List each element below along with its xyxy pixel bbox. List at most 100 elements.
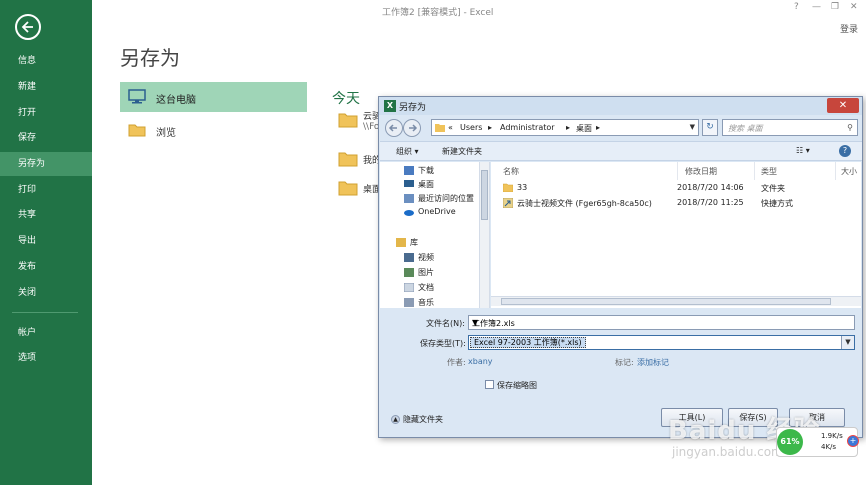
tags-field[interactable]: 添加标记 [637, 357, 669, 368]
sidebar-item-account[interactable]: 帐户 [0, 321, 92, 345]
chevron-down-icon[interactable]: ▼ [690, 123, 695, 131]
arrow-right-icon [409, 124, 418, 132]
nav-item-pictures[interactable]: 图片 [418, 267, 434, 278]
pictures-icon [404, 268, 414, 277]
file-row[interactable]: 33 2018/7/20 14:06 文件夹 [491, 181, 861, 195]
back-button[interactable] [15, 14, 41, 40]
sidebar-item-save[interactable]: 保存 [0, 126, 92, 150]
file-name: 云骑士视频文件 (Fger65gh-8ca50c) [517, 199, 652, 208]
restore-button[interactable]: ❐ [831, 2, 839, 12]
save-thumbnail-checkbox[interactable] [485, 380, 494, 389]
filetype-select[interactable]: Excel 97-2003 工作簿(*.xls) ▼ [468, 335, 855, 350]
breadcrumb-separator[interactable]: ▸ [566, 123, 570, 132]
sidebar-item-info[interactable]: 信息 [0, 49, 92, 73]
nav-item-music[interactable]: 音乐 [418, 297, 434, 307]
file-list-scrollbar[interactable] [491, 296, 861, 306]
column-header-name[interactable]: 名称 [503, 166, 519, 177]
file-list-scroll-thumb[interactable] [501, 298, 831, 305]
column-divider[interactable] [835, 162, 836, 180]
videos-icon [404, 253, 414, 262]
sidebar-item-export[interactable]: 导出 [0, 229, 92, 253]
filename-field[interactable]: 工作簿2.xls ▼ [468, 315, 855, 330]
dialog-close-button[interactable]: ✕ [827, 98, 859, 113]
nav-item-recent[interactable]: 最近访问的位置 [418, 193, 474, 204]
folder-icon [435, 124, 445, 132]
filetype-label: 保存类型(T): [420, 339, 466, 348]
help-icon[interactable]: ? [839, 145, 851, 157]
chevron-down-icon[interactable]: ▼ [472, 318, 851, 327]
sidebar-item-options[interactable]: 选项 [0, 346, 92, 370]
signin-link[interactable]: 登录 [840, 22, 858, 35]
place-browse[interactable]: 浏览 [120, 116, 307, 144]
recent-folder-path: \\Fo [363, 122, 380, 132]
backstage-sidebar: 信息 新建 打开 保存 另存为 打印 共享 导出 发布 关闭 帐户 选项 [0, 0, 92, 485]
chevron-down-icon[interactable]: ▼ [841, 336, 854, 349]
hide-folders-toggle[interactable]: ▲ 隐藏文件夹 [391, 414, 443, 425]
column-header-modified[interactable]: 修改日期 [685, 166, 717, 177]
music-icon [404, 298, 414, 307]
nav-scroll-thumb[interactable] [481, 170, 488, 220]
nav-scrollbar[interactable] [479, 162, 489, 308]
filename-label: 文件名(N): [426, 319, 465, 328]
navigation-pane: 下载 桌面 最近访问的位置 OneDrive 库 视频 图片 文档 音乐 [380, 162, 490, 308]
close-window-button[interactable]: ✕ [850, 2, 858, 12]
onedrive-icon [404, 210, 414, 216]
sidebar-item-close[interactable]: 关闭 [0, 281, 92, 305]
sidebar-item-new[interactable]: 新建 [0, 75, 92, 99]
nav-item-videos[interactable]: 视频 [418, 252, 434, 263]
minimize-button[interactable]: — [812, 2, 821, 12]
documents-icon [404, 283, 414, 292]
search-placeholder: 搜索 桌面 [728, 124, 763, 133]
save-thumbnail-label: 保存缩略图 [497, 381, 537, 390]
view-options-button[interactable]: ☷ ▾ [796, 146, 810, 155]
sidebar-item-print[interactable]: 打印 [0, 178, 92, 202]
nav-forward-button[interactable] [403, 119, 421, 137]
plus-icon[interactable]: + [847, 435, 859, 447]
folder-icon [503, 183, 513, 192]
refresh-button[interactable]: ↻ [702, 119, 718, 136]
help-button[interactable]: ? [794, 2, 799, 12]
place-this-pc[interactable]: 这台电脑 [120, 82, 307, 112]
organize-button[interactable]: 组织 ▾ [396, 146, 419, 157]
folder-icon [338, 152, 358, 167]
nav-item-documents[interactable]: 文档 [418, 282, 434, 293]
breadcrumb-administrator[interactable]: Administrator [500, 123, 555, 132]
sidebar-item-save-as[interactable]: 另存为 [0, 152, 92, 176]
nav-item-onedrive[interactable]: OneDrive [418, 207, 456, 216]
address-bar[interactable]: « Users ▸ Administrator ▸ 桌面 ▸ ▼ [431, 119, 699, 136]
sidebar-item-publish[interactable]: 发布 [0, 255, 92, 279]
column-header-type[interactable]: 类型 [761, 166, 777, 177]
column-divider[interactable] [754, 162, 755, 180]
filetype-value: Excel 97-2003 工作簿(*.xls) [470, 337, 586, 348]
breadcrumb-separator[interactable]: ▸ [488, 123, 492, 132]
tags-label: 标记: [615, 358, 634, 367]
arrow-left-icon [388, 124, 397, 132]
breadcrumb-separator[interactable]: ▸ [596, 123, 600, 132]
column-header-size[interactable]: 大小 [841, 166, 857, 177]
breadcrumb-overflow[interactable]: « [448, 123, 453, 132]
network-speed-widget[interactable]: 61% 1.9K/s 4K/s + [776, 427, 859, 457]
excel-icon: X [384, 100, 396, 112]
desktop-icon [404, 180, 414, 187]
search-input[interactable]: 搜索 桌面 ⚲ [722, 119, 858, 136]
file-type: 快捷方式 [761, 199, 793, 208]
breadcrumb-desktop[interactable]: 桌面 [576, 123, 592, 134]
nav-item-downloads[interactable]: 下载 [418, 165, 434, 176]
nav-back-button[interactable] [385, 119, 403, 137]
column-divider[interactable] [677, 162, 678, 180]
sidebar-item-open[interactable]: 打开 [0, 101, 92, 125]
sidebar-item-share[interactable]: 共享 [0, 203, 92, 227]
nav-item-desktop[interactable]: 桌面 [418, 179, 434, 190]
download-speed: 4K/s [821, 443, 837, 451]
file-name: 33 [517, 183, 528, 192]
author-field[interactable]: xbany [468, 357, 493, 366]
file-row[interactable]: 云骑士视频文件 (Fger65gh-8ca50c) 2018/7/20 11:2… [491, 196, 861, 210]
dialog-titlebar[interactable]: X 另存为 ✕ [379, 97, 862, 115]
folder-icon [128, 124, 146, 137]
new-folder-button[interactable]: 新建文件夹 [442, 146, 482, 157]
folder-icon [338, 113, 358, 128]
download-folder-icon [404, 166, 414, 175]
nav-item-libraries[interactable]: 库 [410, 237, 418, 248]
watermark-url: jingyan.baidu.com [672, 445, 783, 459]
breadcrumb-users[interactable]: Users [460, 123, 482, 132]
